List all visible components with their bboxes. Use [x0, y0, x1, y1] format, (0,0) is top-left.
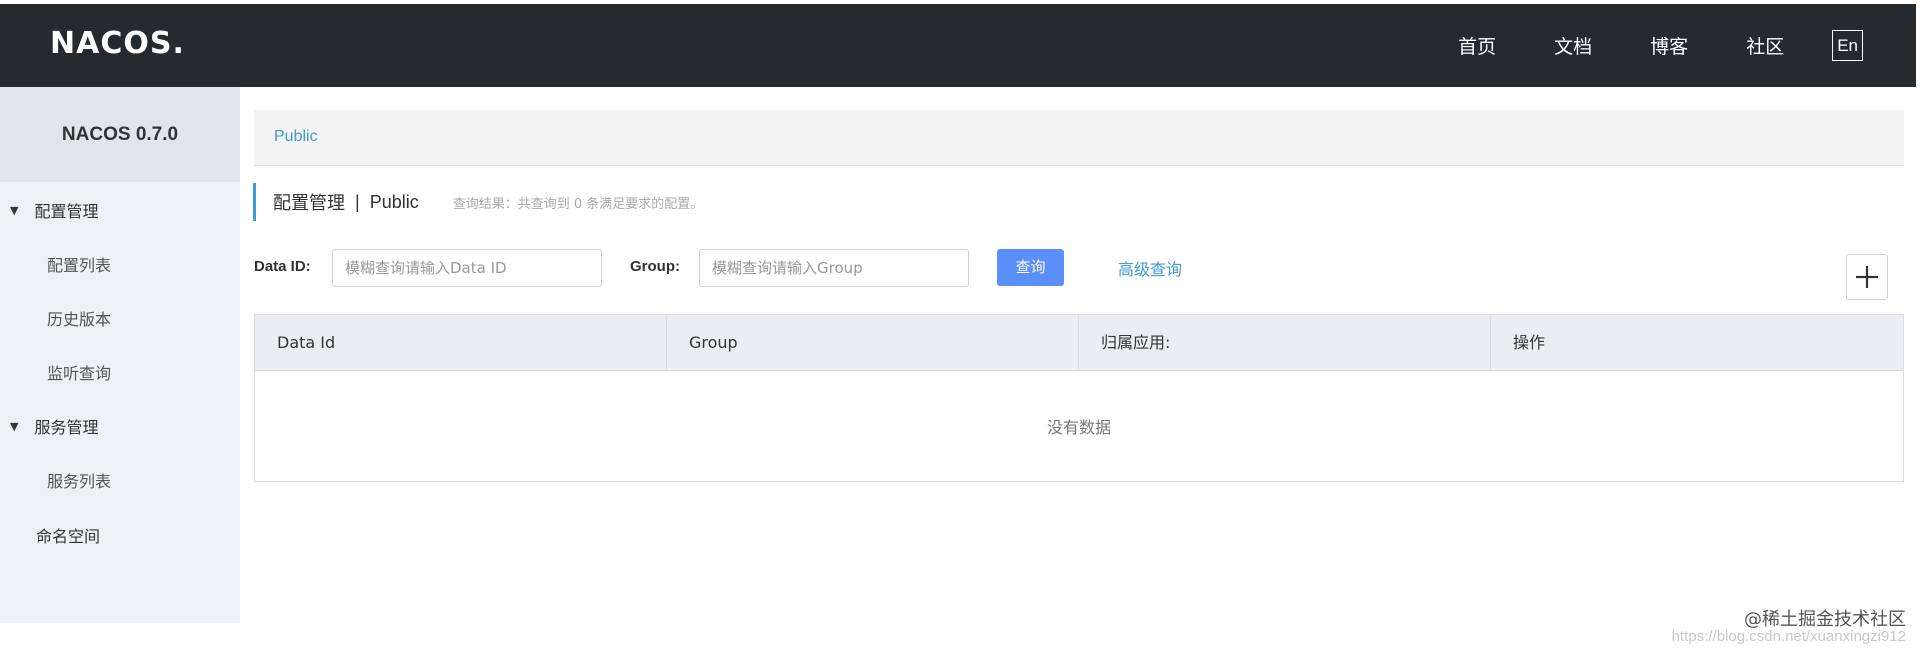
query-result-text: 查询结果：共查询到 0 条满足要求的配置。	[452, 196, 704, 212]
sidebar-group-service[interactable]: ▼ 服务管理	[10, 414, 98, 438]
empty-table-message: 没有数据	[1046, 418, 1111, 437]
page-namespace: Public	[369, 191, 419, 212]
nav-home[interactable]: 首页	[1458, 32, 1496, 59]
sidebar-item-service-list[interactable]: 服务列表	[47, 468, 111, 492]
breadcrumb-namespace-link[interactable]: Public	[274, 128, 318, 146]
add-config-button[interactable]	[1846, 254, 1888, 300]
column-header-data-id[interactable]: Data Id	[255, 315, 667, 370]
table-header: Data Id Group 归属应用: 操作	[255, 315, 1903, 371]
watermark-text: @稀土掘金技术社区	[1744, 609, 1906, 630]
nacos-logo[interactable]: NACOS.	[50, 26, 185, 61]
sidebar-item-listener[interactable]: 监听查询	[47, 360, 111, 384]
nav-community[interactable]: 社区	[1746, 32, 1784, 59]
page-title: 配置管理	[273, 193, 345, 214]
top-nav: 首页 文档 博客 社区 En	[1400, 4, 1916, 87]
language-switch-button[interactable]: En	[1832, 30, 1863, 61]
sidebar-item-config-list[interactable]: 配置列表	[47, 252, 111, 276]
top-navbar: NACOS. 首页 文档 博客 社区 En	[0, 4, 1916, 87]
column-header-app[interactable]: 归属应用:	[1079, 315, 1491, 370]
column-header-group[interactable]: Group	[667, 315, 1079, 370]
data-id-label: Data ID:	[254, 258, 311, 275]
sidebar-group-label: 服务管理	[34, 418, 99, 437]
caret-down-icon: ▼	[10, 419, 19, 433]
sidebar: NACOS 0.7.0 ▼ 配置管理 配置列表 历史版本 监听查询 ▼ 服务管理…	[0, 87, 240, 623]
page-title-row: 配置管理 | Public 查询结果：共查询到 0 条满足要求的配置。	[253, 183, 703, 221]
advanced-query-link[interactable]: 高级查询	[1118, 256, 1182, 280]
title-separator: |	[355, 191, 360, 212]
sidebar-version-title: NACOS 0.7.0	[0, 87, 240, 182]
nav-blog[interactable]: 博客	[1650, 32, 1688, 59]
caret-down-icon: ▼	[10, 203, 19, 217]
breadcrumb: Public	[254, 110, 1904, 166]
plus-icon	[1856, 266, 1878, 288]
group-input[interactable]: 模糊查询请输入Group	[699, 249, 969, 287]
sidebar-item-history[interactable]: 历史版本	[47, 306, 111, 330]
column-header-actions: 操作	[1513, 333, 1546, 352]
config-table: Data Id Group 归属应用: 操作 没有数据	[254, 314, 1904, 482]
sidebar-group-config[interactable]: ▼ 配置管理	[10, 198, 98, 222]
sidebar-group-label: 配置管理	[34, 202, 99, 221]
group-label: Group:	[630, 258, 680, 275]
data-id-input[interactable]: 模糊查询请输入Data ID	[332, 249, 602, 287]
nav-docs[interactable]: 文档	[1554, 32, 1592, 59]
query-button[interactable]: 查询	[997, 249, 1064, 286]
sidebar-item-namespace[interactable]: 命名空间	[36, 523, 100, 547]
